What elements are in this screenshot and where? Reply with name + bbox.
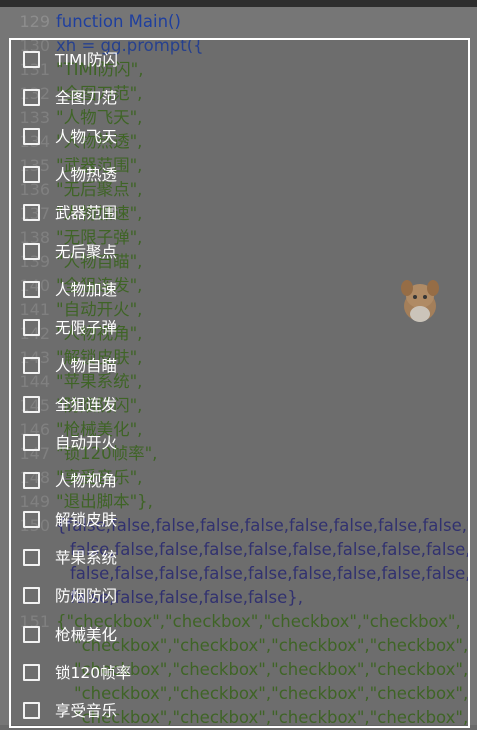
checkbox-label: 全狙连发 bbox=[55, 396, 118, 414]
option-checkbox-row[interactable]: 人物热透 bbox=[23, 160, 323, 188]
checkbox[interactable] bbox=[23, 203, 40, 221]
checkbox[interactable] bbox=[23, 50, 40, 68]
option-checkbox-row[interactable]: 全狙连发 bbox=[23, 390, 323, 418]
checkbox-label: 人物加速 bbox=[55, 281, 118, 299]
checkbox-label: 武器范围 bbox=[55, 204, 118, 222]
option-checkbox-row[interactable]: 无限子弹 bbox=[23, 313, 323, 341]
option-checkbox-row[interactable]: 苹果系统 bbox=[23, 543, 323, 571]
code-line: 129 function Main() bbox=[0, 10, 477, 34]
checkbox[interactable] bbox=[23, 586, 40, 604]
checkbox-label: 人物自瞄 bbox=[55, 357, 118, 375]
option-checkbox-row[interactable]: 人物自瞄 bbox=[23, 351, 323, 379]
checkbox[interactable] bbox=[23, 433, 40, 451]
checkbox-label: 人物视角 bbox=[55, 472, 118, 490]
option-checkbox-row[interactable]: 人物加速 bbox=[23, 275, 323, 303]
checkbox[interactable] bbox=[23, 625, 40, 643]
checkbox[interactable] bbox=[23, 663, 40, 681]
option-checkbox-row[interactable]: 无后聚点 bbox=[23, 237, 323, 265]
checkbox-label: 人物飞天 bbox=[55, 128, 118, 146]
option-checkbox-row[interactable]: 锁120帧率 bbox=[23, 658, 323, 686]
status-bar bbox=[0, 0, 477, 7]
option-checkbox-row[interactable]: 自动开火 bbox=[23, 428, 323, 456]
checkbox-label: 防烟防闪 bbox=[55, 587, 118, 605]
checkbox-label: 无限子弹 bbox=[55, 319, 118, 337]
checkbox-label: 锁120帧率 bbox=[55, 664, 132, 682]
option-checkbox-row[interactable]: 人物视角 bbox=[23, 466, 323, 494]
checkbox[interactable] bbox=[23, 280, 40, 298]
checkbox[interactable] bbox=[23, 395, 40, 413]
checkbox-label: 枪械美化 bbox=[55, 626, 118, 644]
checkbox-label: TIMI防闪 bbox=[55, 51, 118, 69]
checkbox[interactable] bbox=[23, 471, 40, 489]
option-checkbox-row[interactable]: 解锁皮肤 bbox=[23, 505, 323, 533]
checkbox-label: 无后聚点 bbox=[55, 243, 118, 261]
code-text: function Main() bbox=[56, 12, 181, 31]
checkbox-label: 自动开火 bbox=[55, 434, 118, 452]
checkbox[interactable] bbox=[23, 88, 40, 106]
checkbox-label: 享受音乐 bbox=[55, 702, 118, 720]
checkbox[interactable] bbox=[23, 356, 40, 374]
option-checkbox-row[interactable]: 枪械美化 bbox=[23, 620, 323, 648]
checkbox[interactable] bbox=[23, 318, 40, 336]
option-checkbox-row[interactable]: 防烟防闪 bbox=[23, 581, 323, 609]
checkbox-label: 人物热透 bbox=[55, 166, 118, 184]
checkbox[interactable] bbox=[23, 165, 40, 183]
checkbox[interactable] bbox=[23, 510, 40, 528]
checkbox[interactable] bbox=[23, 127, 40, 145]
option-checkbox-row[interactable]: TIMI防闪 bbox=[23, 45, 323, 73]
checkbox-label: 解锁皮肤 bbox=[55, 511, 118, 529]
option-checkbox-row[interactable]: 武器范围 bbox=[23, 198, 323, 226]
prompt-dialog: TIMI防闪 全图刀范人物飞天人物热透武器范围无后聚点人物加速无限子弹人物自瞄全狙… bbox=[9, 38, 470, 728]
checkbox[interactable] bbox=[23, 701, 40, 719]
checkbox-label: 苹果系统 bbox=[55, 549, 118, 567]
line-number: 129 bbox=[19, 12, 50, 31]
option-checkbox-row[interactable]: 享受音乐 bbox=[23, 696, 323, 724]
checkbox-label: 全图刀范 bbox=[55, 89, 118, 107]
option-checkbox-row[interactable]: 全图刀范 bbox=[23, 83, 323, 111]
option-checkbox-row[interactable]: 人物飞天 bbox=[23, 122, 323, 150]
checkbox[interactable] bbox=[23, 242, 40, 260]
checkbox[interactable] bbox=[23, 548, 40, 566]
